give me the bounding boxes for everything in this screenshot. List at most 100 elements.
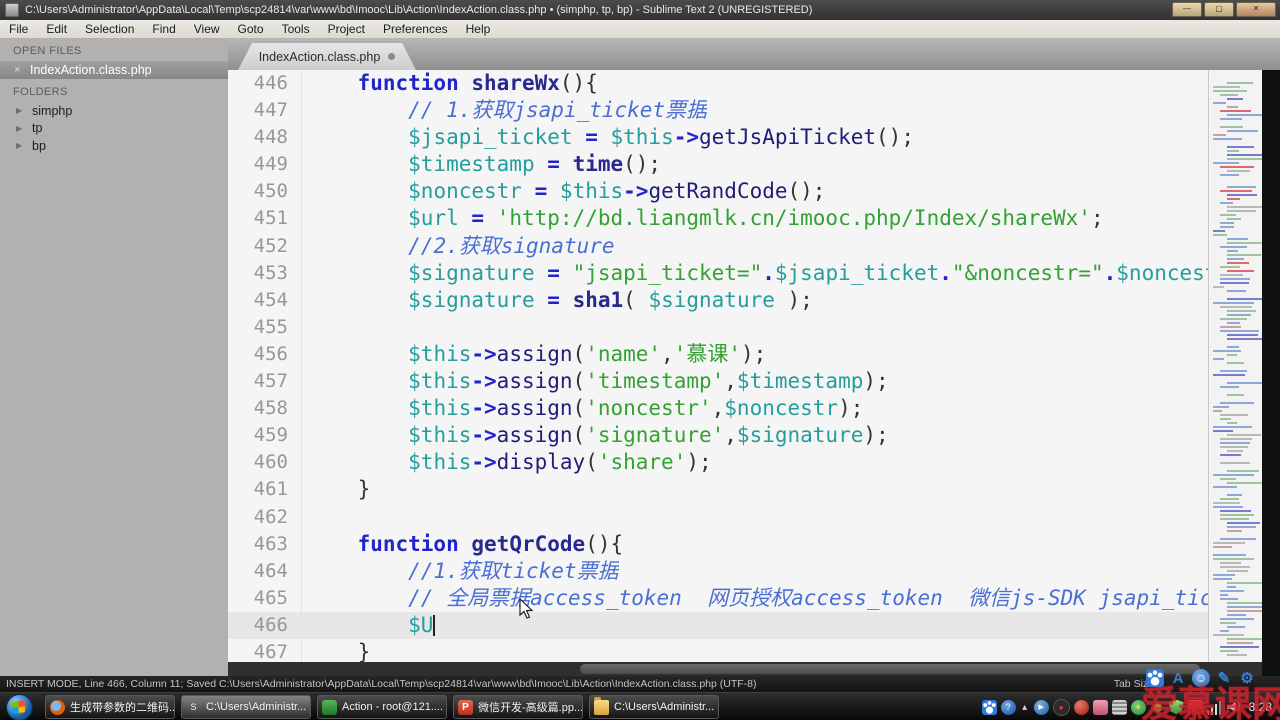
code-text: // 1.获取jsapi_ticket票据 [302,97,707,124]
minimap-line [1227,382,1263,384]
code-token: // 全局票据access_token 网页授权access_token 微信j… [408,586,1208,610]
antivirus-shield-icon[interactable] [1169,700,1184,715]
code-line[interactable]: 459 $this->assign('signature',$signature… [228,422,1208,449]
code-token [307,125,408,149]
code-token: . [939,261,952,285]
code-token: -> [471,396,496,420]
close-file-icon[interactable]: × [14,65,24,75]
maximize-button[interactable]: ▢ [1204,2,1234,17]
taskbar-button-terminal[interactable]: Action - root@121.... [317,695,447,719]
menu-item-project[interactable]: Project [319,20,374,38]
start-button[interactable] [6,694,33,720]
minimap-line [1227,482,1263,484]
code-token: (); [623,152,661,176]
code-token: 'timestamp' [585,369,724,393]
tab-indexaction[interactable]: IndexAction.class.php [238,43,416,70]
battery-icon[interactable] [1188,700,1203,715]
open-file-label: IndexAction.class.php [30,63,152,77]
ime-logo-icon[interactable] [1146,669,1164,687]
taskbar-button-powerpoint[interactable]: P微信开发-高级篇.pp... [453,695,583,719]
code-line[interactable]: 458 $this->assign('noncestr',$noncestr); [228,395,1208,422]
line-number: 456 [228,341,302,368]
ime-emoji-icon[interactable]: ☺ [1192,669,1210,687]
sidebar-folder-bp[interactable]: ▶bp [0,137,228,155]
menu-item-edit[interactable]: Edit [37,20,76,38]
code-line[interactable]: 467 } [228,639,1208,662]
open-file-item[interactable]: × IndexAction.class.php [0,61,228,79]
network-signal-icon[interactable] [1207,700,1222,715]
code-line[interactable]: 466 $U [228,612,1208,639]
menu-item-help[interactable]: Help [457,20,500,38]
code-line[interactable]: 465 // 全局票据access_token 网页授权access_token… [228,585,1208,612]
minimap-line [1227,242,1262,244]
help-icon[interactable]: ? [1001,700,1016,715]
menu-item-find[interactable]: Find [143,20,184,38]
taskbar-button-firefox[interactable]: 生成带参数的二维码... [45,695,175,719]
code-line[interactable]: 450 $noncestr = $this->getRandCode(); [228,178,1208,205]
code-token: , [661,342,674,366]
code-line[interactable]: 453 $signature = "jsapi_ticket=".$jsapi_… [228,260,1208,287]
music-app-icon[interactable] [1074,700,1089,715]
code-line[interactable]: 460 $this->display('share'); [228,449,1208,476]
code-token: '慕课' [674,342,741,366]
code-line[interactable]: 452 //2.获取signature [228,233,1208,260]
menu-item-view[interactable]: View [185,20,229,38]
code-line[interactable]: 463 function getQrCode(){ [228,531,1208,558]
minimap-line [1220,326,1241,328]
baidu-paw-icon[interactable] [982,700,997,715]
code-token: assign [497,396,573,420]
code-line[interactable]: 456 $this->assign('name','慕课'); [228,341,1208,368]
menu-item-preferences[interactable]: Preferences [374,20,457,38]
code-line[interactable]: 462 [228,504,1208,531]
screen-recorder-icon[interactable]: ● [1053,699,1070,716]
code-line[interactable]: 457 $this->assign('timestamp',$timestamp… [228,368,1208,395]
ime-mode-icon[interactable]: A [1169,669,1187,687]
menu-item-goto[interactable]: Goto [229,20,273,38]
health-plus-icon[interactable]: + [1131,700,1146,715]
close-button[interactable]: ✕ [1236,2,1276,17]
code-line[interactable]: 448 $jsapi_ticket = $this->getJsApiTicke… [228,124,1208,151]
code-text: $this->display('share'); [302,449,712,476]
code-line[interactable]: 447 // 1.获取jsapi_ticket票据 [228,97,1208,124]
sidebar-folder-simphp[interactable]: ▶simphp [0,102,228,120]
line-number: 457 [228,368,302,395]
code-line[interactable]: 455 [228,314,1208,341]
taskbar-button-folder[interactable]: C:\Users\Administr... [589,695,719,719]
volume-icon[interactable] [1226,700,1241,715]
code-token [307,71,358,95]
code-line[interactable]: 449 $timestamp = time(); [228,151,1208,178]
taskbar-button-sublime[interactable]: SC:\Users\Administr... [181,695,311,719]
code-line[interactable]: 464 //1.获取ticket票据 [228,558,1208,585]
minimap-line [1227,614,1246,616]
nvidia-icon[interactable] [1150,700,1165,715]
keyboard-icon[interactable] [1112,700,1127,715]
media-player-icon[interactable]: ▶ [1034,700,1049,715]
minimize-button[interactable]: — [1172,2,1202,17]
ime-settings-icon[interactable]: ⚙ [1238,669,1256,687]
code-line[interactable]: 454 $signature = sha1( $signature ); [228,287,1208,314]
show-hidden-icons[interactable]: ▴ [1020,700,1030,715]
title-bar[interactable]: C:\Users\Administrator\AppData\Local\Tem… [0,0,1280,20]
horizontal-scrollbar[interactable] [228,662,1262,676]
minimap-line [1220,498,1239,500]
sublime-icon: S [186,700,201,715]
code-line[interactable]: 446 function shareWx(){ [228,70,1208,97]
taskbar-clock[interactable]: 8:28 [1247,700,1280,714]
sidebar-folder-tp[interactable]: ▶tp [0,120,228,138]
code-line[interactable]: 451 $url = 'http://bd.liangmlk.cn/imooc.… [228,205,1208,232]
menu-item-selection[interactable]: Selection [76,20,143,38]
line-number: 447 [228,97,302,124]
menu-item-file[interactable]: File [0,20,37,38]
code-line[interactable]: 461 } [228,476,1208,503]
minimap[interactable] [1208,70,1263,662]
code-token [459,71,472,95]
menu-item-tools[interactable]: Tools [273,20,319,38]
code-token: $jsapi_ticket [408,125,572,149]
minimap-line [1220,386,1239,388]
pink-app-icon[interactable] [1093,700,1108,715]
code-text: // 全局票据access_token 网页授权access_token 微信j… [302,585,1208,612]
window-right-edge [1262,70,1280,676]
horizontal-scrollbar-thumb[interactable] [580,664,1200,674]
ime-handwriting-icon[interactable]: ✎ [1215,669,1233,687]
code-editor[interactable]: 446 function shareWx(){447 // 1.获取jsapi_… [228,70,1208,662]
